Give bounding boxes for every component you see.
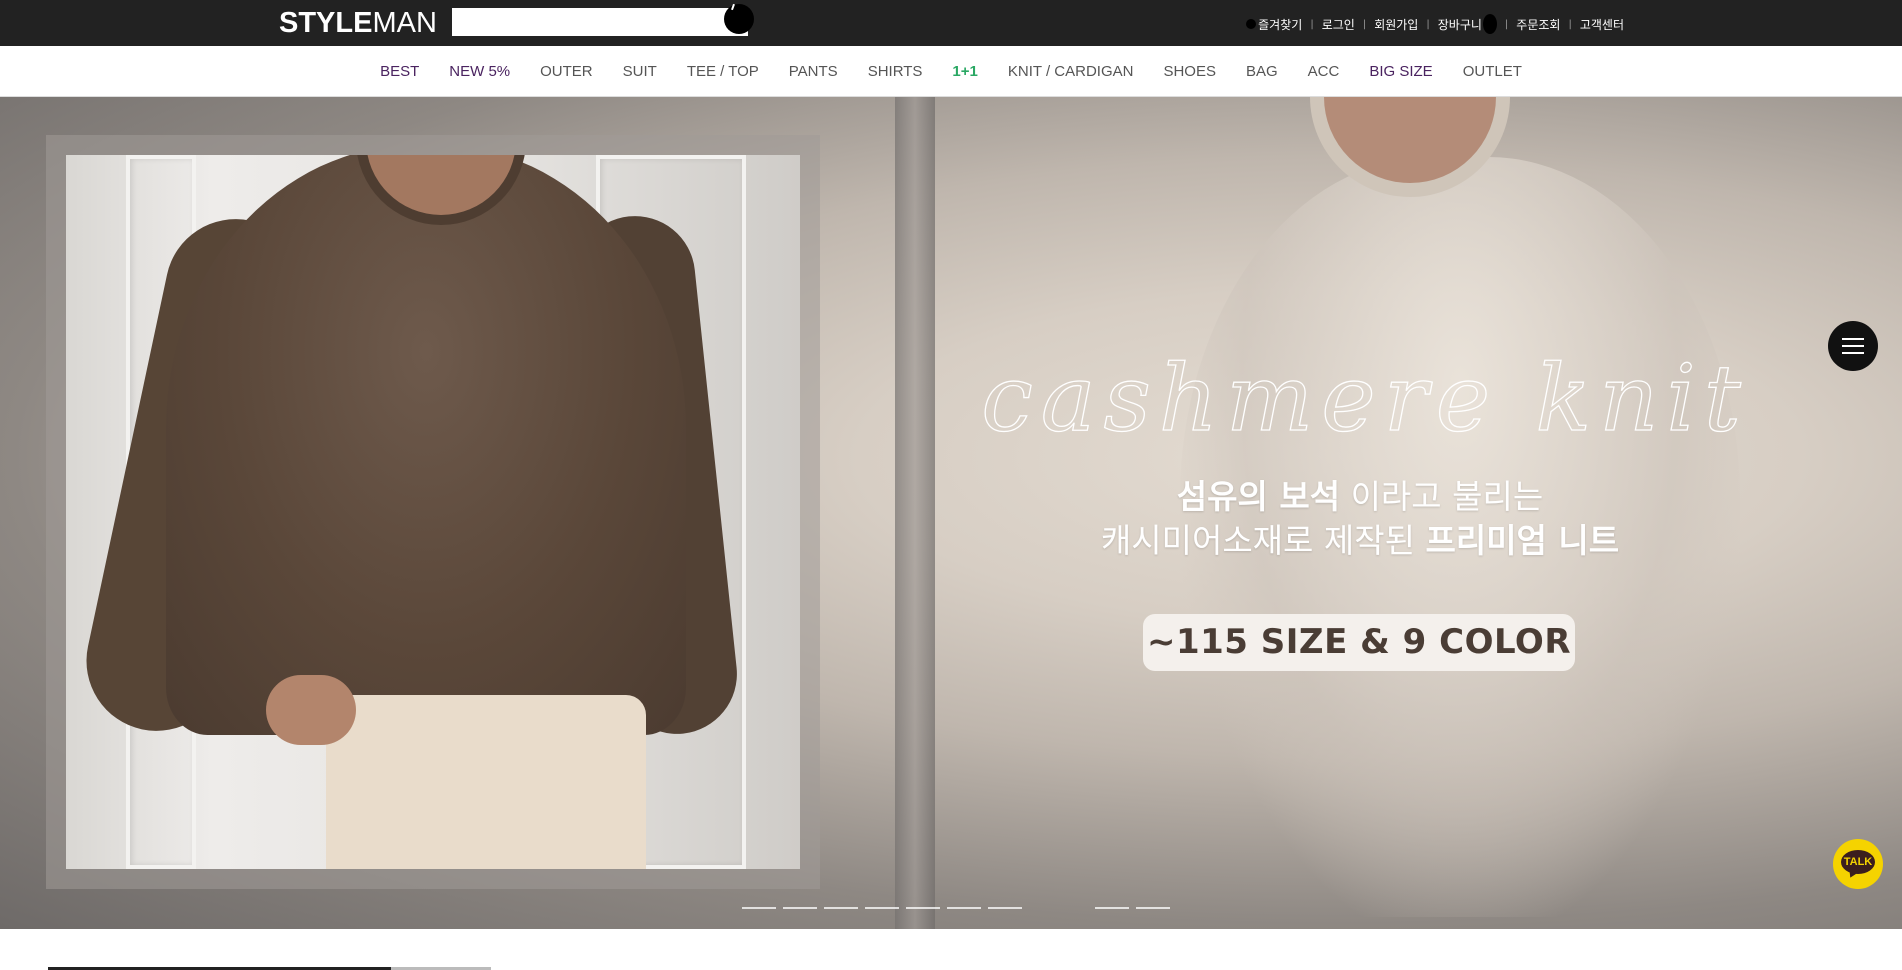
util-link[interactable]: 회원가입	[1374, 16, 1418, 33]
separator: |	[1362, 18, 1367, 30]
nav-item[interactable]: OUTLET	[1463, 63, 1522, 80]
nav-item[interactable]: NEW 5%	[449, 63, 510, 80]
slide-dot[interactable]	[947, 907, 981, 909]
logo-light: MAN	[372, 7, 437, 39]
search-input[interactable]	[453, 9, 747, 35]
model-photo	[66, 155, 800, 869]
slide-dot[interactable]	[1095, 907, 1129, 909]
slide-dot[interactable]	[1136, 907, 1170, 909]
slide-dot[interactable]	[783, 907, 817, 909]
category-nav: BEST NEW 5% OUTER SUIT TEE / TOP PANTS SHIRTS 1…	[0, 46, 1902, 97]
cart-count-icon	[1482, 14, 1497, 34]
separator: |	[1310, 18, 1314, 30]
nav-item[interactable]: ACC	[1308, 63, 1340, 80]
bookmark-icon	[1246, 19, 1257, 29]
nav-item[interactable]: PANTS	[789, 63, 838, 80]
utility-links: 즐겨찾기 | 로그인 | 회원가입 | 장바구니 | 주문조회 | 고객센터	[1246, 14, 1624, 34]
headline-bold-2: 프리미엄 니트	[1425, 521, 1620, 560]
hero-headline: 섬유의 보석 이라고 불리는 캐시미어소재로 제작된 프리미엄 니트	[1000, 475, 1720, 563]
wall-panel	[895, 97, 935, 929]
util-link[interactable]: 즐겨찾기	[1258, 16, 1302, 33]
hero-banner[interactable]: cashmere knit 섬유의 보석 이라고 불리는 캐시미어소재로 제작된…	[0, 97, 1902, 929]
nav-item[interactable]: SHIRTS	[868, 63, 923, 80]
section-tabs	[0, 929, 1902, 970]
model-pants	[326, 695, 646, 869]
script-title: cashmere knit	[981, 355, 1749, 453]
site-logo[interactable]: STYLE MAN	[279, 7, 437, 39]
slide-dot[interactable]	[906, 907, 940, 909]
talk-label: TALK	[1841, 850, 1875, 874]
logo-bold: STYLE	[279, 7, 373, 39]
nav-item[interactable]: OUTER	[540, 63, 593, 80]
separator: |	[1504, 18, 1509, 30]
nav-item[interactable]: BEST	[380, 63, 419, 80]
util-link[interactable]: 장바구니	[1438, 16, 1482, 33]
model-sweater	[166, 155, 686, 735]
nav-item[interactable]: BAG	[1246, 63, 1278, 80]
headline-bold-1: 섬유의 보석	[1176, 477, 1341, 516]
headline-line1: 섬유의 보석 이라고 불리는	[1000, 475, 1720, 519]
nav-item[interactable]: KNIT / CARDIGAN	[1008, 63, 1134, 80]
size-color-badge: ~115 SIZE & 9 COLOR	[1143, 614, 1575, 671]
model-hand	[266, 675, 356, 745]
nav-item[interactable]: SUIT	[623, 63, 657, 80]
search-button[interactable]	[724, 4, 754, 34]
util-link[interactable]: 로그인	[1322, 16, 1355, 33]
util-link[interactable]: 고객센터	[1580, 16, 1624, 33]
separator: |	[1568, 18, 1572, 30]
search-box[interactable]	[452, 8, 748, 36]
hamburger-menu-icon[interactable]	[1828, 321, 1878, 371]
script-title-text: cashmere knit	[981, 355, 1749, 452]
headline-light-2: 캐시미어소재로 제작된	[1100, 521, 1426, 560]
nav-item[interactable]: BIG SIZE	[1369, 63, 1432, 80]
headline-light-1: 이라고 불리는	[1340, 477, 1544, 516]
separator: |	[1426, 18, 1430, 30]
nav-item[interactable]: SHOES	[1163, 63, 1216, 80]
nav-item[interactable]: TEE / TOP	[687, 63, 759, 80]
kakao-talk-button[interactable]: TALK	[1833, 839, 1883, 889]
slide-indicators	[0, 907, 1902, 911]
slide-dot[interactable]	[824, 907, 858, 909]
headline-line2: 캐시미어소재로 제작된 프리미엄 니트	[1000, 519, 1720, 563]
util-link[interactable]: 주문조회	[1516, 16, 1560, 33]
nav-item[interactable]: 1+1	[952, 63, 977, 80]
slide-dot[interactable]	[988, 907, 1022, 909]
top-bar: STYLE MAN 즐겨찾기 | 로그인 | 회원가입 | 장바구니 | 주문조회 | 고객센터	[0, 0, 1902, 46]
slide-dot[interactable]	[742, 907, 776, 909]
slide-dot[interactable]	[865, 907, 899, 909]
